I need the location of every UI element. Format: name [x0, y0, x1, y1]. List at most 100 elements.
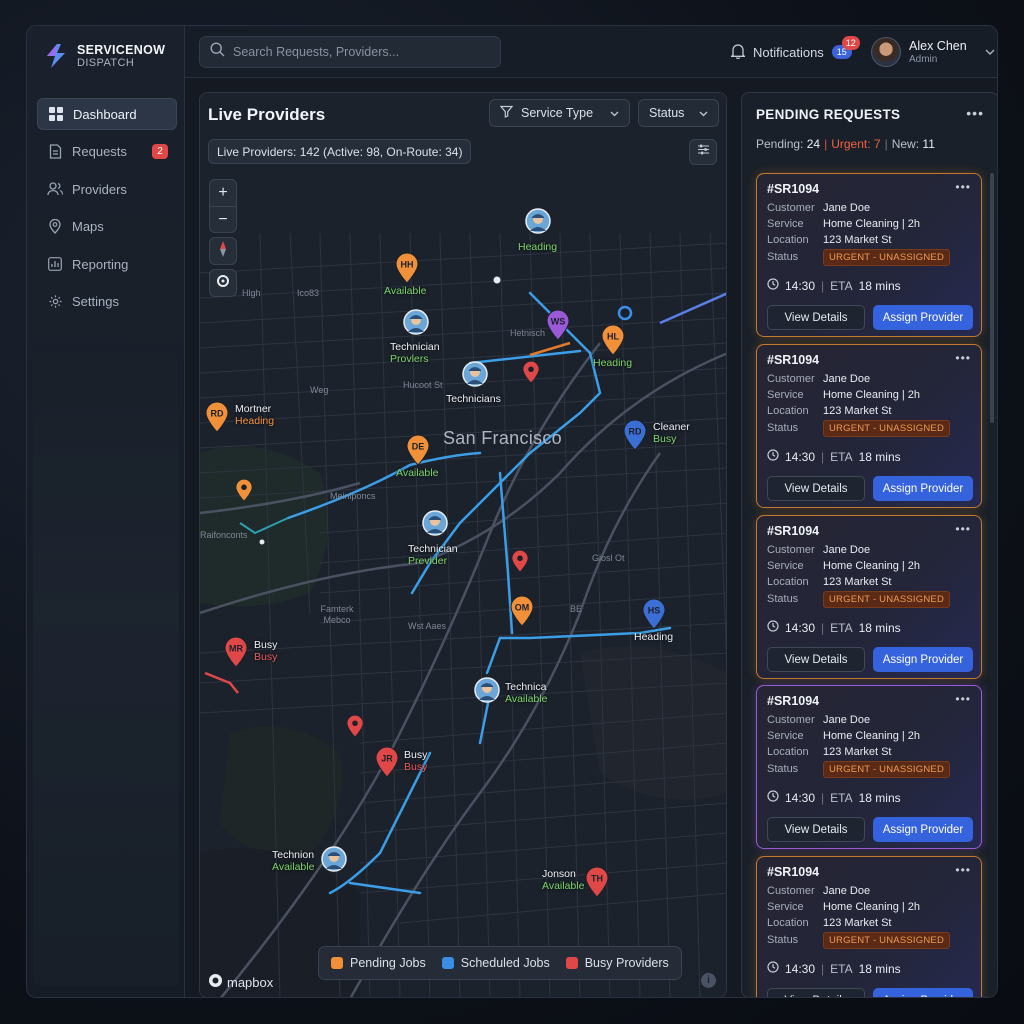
- provider-avatar-marker[interactable]: [474, 677, 500, 708]
- status-row: Status URGENT - UNASSIGNED: [767, 761, 950, 778]
- eta-label: ETA: [830, 278, 853, 293]
- more-options-icon[interactable]: •••: [955, 180, 971, 194]
- more-options-icon[interactable]: •••: [966, 105, 984, 121]
- provider-pin-marker[interactable]: HL: [600, 324, 626, 361]
- location-label: Location: [767, 917, 809, 929]
- provider-avatar-marker[interactable]: [462, 361, 488, 392]
- marker-status: Available: [272, 861, 315, 873]
- scrollbar[interactable]: [990, 173, 994, 423]
- provider-pin-marker[interactable]: WS: [545, 309, 571, 346]
- more-options-icon[interactable]: •••: [955, 351, 971, 365]
- service-type-label: Service Type: [521, 106, 594, 120]
- status-dropdown[interactable]: Status: [638, 99, 719, 127]
- provider-pin-marker[interactable]: RD: [204, 401, 230, 438]
- user-menu[interactable]: Alex Chen Admin: [871, 37, 995, 67]
- job-pin-marker[interactable]: [522, 360, 540, 389]
- compass-button[interactable]: [209, 237, 237, 265]
- provider-pin-marker[interactable]: JR: [374, 746, 400, 783]
- provider-pin-marker[interactable]: OM: [509, 595, 535, 632]
- sidebar-item-dashboard[interactable]: Dashboard: [37, 98, 177, 130]
- map-area-label: BE: [570, 604, 583, 614]
- assign-provider-button[interactable]: Assign Provider: [873, 647, 973, 672]
- eta-value: 18 mins: [858, 790, 901, 805]
- location-label: Location: [767, 405, 809, 417]
- location-value: 123 Market St: [823, 746, 892, 758]
- assign-provider-button[interactable]: Assign Provider: [873, 817, 973, 842]
- provider-avatar-marker[interactable]: [403, 309, 429, 340]
- assign-provider-button[interactable]: Assign Provider: [873, 476, 973, 501]
- provider-avatar-marker[interactable]: [422, 510, 448, 541]
- customer-value: Jane Doe: [823, 544, 871, 556]
- map-settings-button[interactable]: [689, 139, 717, 165]
- marker-status: Provlers: [390, 353, 429, 365]
- service-value: Home Cleaning | 2h: [823, 389, 921, 401]
- zoom-in-button[interactable]: +: [210, 180, 236, 206]
- notifications-button[interactable]: Notifications 15 12: [730, 36, 860, 62]
- view-details-button[interactable]: View Details: [767, 817, 865, 842]
- sidebar-item-reporting[interactable]: Reporting: [37, 248, 177, 280]
- request-card[interactable]: #SR1094 ••• Customer Jane Doe Service Home…: [756, 344, 982, 508]
- location-row: Location 123 Market St: [767, 234, 891, 246]
- zoom-out-button[interactable]: −: [210, 206, 236, 232]
- view-details-button[interactable]: View Details: [767, 988, 865, 997]
- eta-value: 18 mins: [858, 278, 901, 293]
- customer-row: Customer Jane Doe: [767, 373, 870, 385]
- users-icon: [47, 181, 63, 197]
- request-card[interactable]: #SR1094 ••• Customer Jane Doe Service Home…: [756, 685, 982, 849]
- scheduled-time: 14:30: [785, 620, 816, 635]
- status-badge: URGENT - UNASSIGNED: [823, 249, 950, 266]
- clock-icon: [767, 449, 779, 464]
- legend-item-pending: Pending Jobs: [331, 956, 426, 970]
- bell-icon: [730, 43, 746, 62]
- sidebar-item-requests[interactable]: Requests 2: [37, 136, 177, 168]
- assign-provider-button[interactable]: Assign Provider: [873, 988, 973, 997]
- eta-value: 18 mins: [858, 449, 901, 464]
- logo[interactable]: SERVICENOW DISPATCH: [43, 42, 165, 70]
- locate-button[interactable]: [209, 269, 237, 297]
- location-label: Location: [767, 746, 809, 758]
- sidebar-item-settings[interactable]: Settings: [37, 286, 177, 318]
- grid-icon: [48, 106, 64, 122]
- view-details-button[interactable]: View Details: [767, 476, 865, 501]
- search-box[interactable]: [199, 36, 501, 68]
- sidebar-item-providers[interactable]: Providers: [37, 173, 177, 205]
- status-row: Status URGENT - UNASSIGNED: [767, 591, 950, 608]
- request-card[interactable]: #SR1094 ••• Customer Jane Doe Service Home…: [756, 173, 982, 337]
- request-card[interactable]: #SR1094 ••• Customer Jane Doe Service Home…: [756, 856, 982, 997]
- job-pin-marker[interactable]: [511, 549, 529, 578]
- marker-label: Jonson Available: [542, 868, 584, 892]
- provider-pin-marker[interactable]: HS: [641, 598, 667, 635]
- job-pin-marker[interactable]: [346, 714, 364, 743]
- chart-icon: [47, 256, 63, 272]
- location-row: Location 123 Market St: [767, 405, 891, 417]
- eta-value: 18 mins: [858, 620, 901, 635]
- service-value: Home Cleaning | 2h: [823, 730, 921, 742]
- more-options-icon[interactable]: •••: [955, 522, 971, 536]
- provider-pin-marker[interactable]: DE: [405, 434, 431, 471]
- location-value: 123 Market St: [823, 576, 892, 588]
- status-label: Status: [767, 251, 799, 263]
- service-label: Service: [767, 389, 804, 401]
- more-options-icon[interactable]: •••: [955, 692, 971, 706]
- provider-pin-marker[interactable]: HH: [394, 252, 420, 289]
- request-id: #SR1094: [767, 524, 820, 538]
- mapbox-attribution[interactable]: mapbox: [208, 973, 273, 991]
- provider-pin-marker[interactable]: RD: [622, 419, 648, 456]
- provider-avatar-marker[interactable]: [321, 846, 347, 877]
- search-input[interactable]: [233, 45, 483, 59]
- request-card[interactable]: #SR1094 ••• Customer Jane Doe Service Home…: [756, 515, 982, 679]
- assign-provider-button[interactable]: Assign Provider: [873, 305, 973, 330]
- more-options-icon[interactable]: •••: [955, 863, 971, 877]
- provider-pin-marker[interactable]: MR: [223, 636, 249, 673]
- provider-avatar-marker[interactable]: [525, 208, 551, 239]
- provider-pin-marker[interactable]: TH: [584, 866, 610, 903]
- map-area-label: Raifonconts: [200, 530, 248, 540]
- legend-swatch: [565, 957, 578, 969]
- service-type-dropdown[interactable]: Service Type: [489, 99, 630, 127]
- view-details-button[interactable]: View Details: [767, 647, 865, 672]
- info-icon[interactable]: i: [701, 973, 716, 988]
- sidebar-item-maps[interactable]: Maps: [37, 211, 177, 243]
- user-role: Admin: [909, 53, 938, 65]
- view-details-button[interactable]: View Details: [767, 305, 865, 330]
- job-pin-marker[interactable]: [235, 478, 253, 507]
